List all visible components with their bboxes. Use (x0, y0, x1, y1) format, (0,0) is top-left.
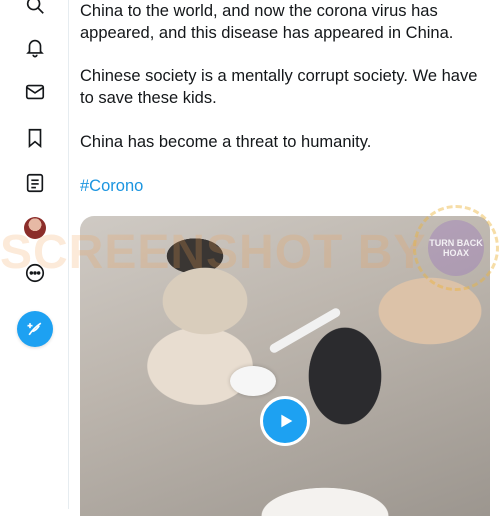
hashtag-link[interactable]: #Corono (80, 175, 490, 197)
mail-icon[interactable] (22, 79, 48, 105)
tweet-paragraph-2: Chinese society is a mentally corrupt so… (80, 65, 490, 109)
tweet-text-line: to save these kids. (80, 89, 217, 107)
spoon (230, 366, 276, 396)
sidebar-nav (0, 0, 69, 509)
tweet-paragraph-3: China has become a threat to humanity. (80, 133, 372, 151)
watermark-seal-label: TURN BACK HOAX (428, 220, 484, 276)
more-icon[interactable] (22, 260, 48, 286)
tweet-paragraph-1: China to the world, and now the corona v… (80, 0, 490, 44)
avatar[interactable] (24, 217, 46, 239)
spoon-handle (268, 306, 342, 355)
play-icon (281, 414, 293, 428)
play-button[interactable] (260, 396, 310, 446)
compose-tweet-button[interactable] (17, 311, 53, 347)
tweet-text-line: China to the world, and now the corona v… (80, 2, 438, 20)
bookmark-icon[interactable] (22, 125, 48, 151)
watermark-seal: TURN BACK HOAX (413, 205, 499, 291)
list-icon[interactable] (22, 170, 48, 196)
search-icon[interactable] (22, 0, 48, 18)
bell-icon[interactable] (22, 34, 48, 60)
tweet-text-line: Chinese society is a mentally corrupt so… (80, 67, 478, 85)
feather-plus-icon (27, 322, 42, 336)
tweet-text-line: appeared, and this disease has appeared … (80, 24, 454, 42)
